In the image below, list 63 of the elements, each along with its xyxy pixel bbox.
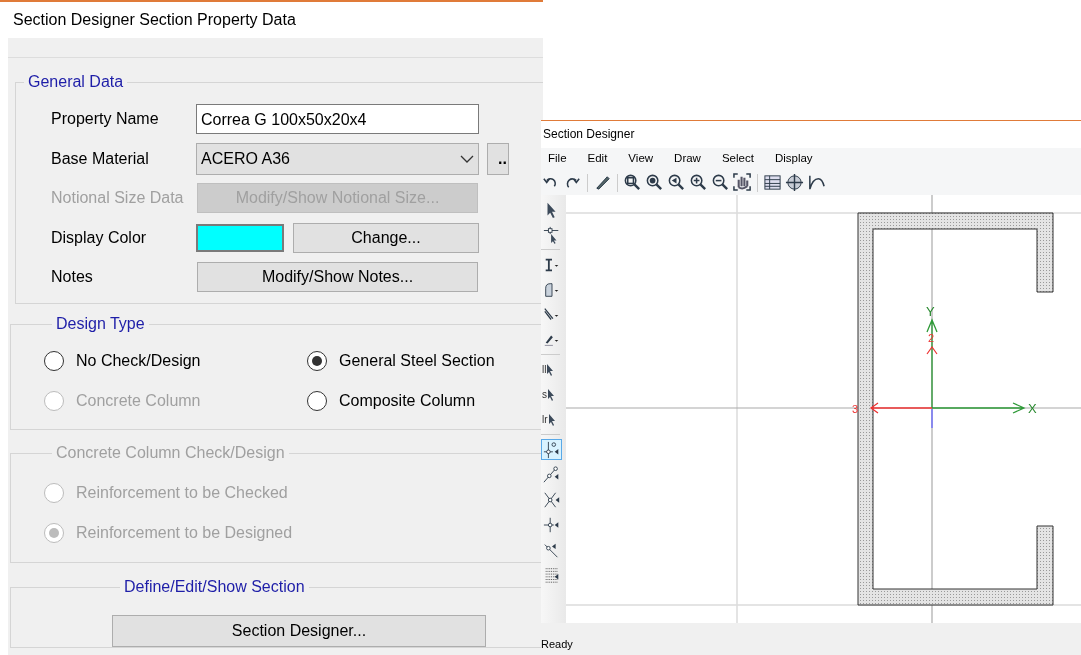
pointer-icon: [546, 363, 555, 376]
c-channel-section[interactable]: [857, 212, 1054, 606]
group-label: Concrete Column Check/Design: [55, 443, 286, 463]
radio-label: Composite Column: [339, 391, 476, 411]
zoom-icon[interactable]: [645, 173, 664, 192]
z-axis-line: [931, 408, 933, 429]
caret-icon: [460, 153, 474, 164]
select-tool[interactable]: lr: [541, 409, 562, 430]
radio-label: Reinforcement to be Designed: [76, 523, 293, 543]
pointer-icon: [547, 388, 555, 401]
zoom-window-icon[interactable]: [623, 173, 642, 192]
status-bar: Ready: [541, 623, 1081, 655]
menu-item[interactable]: View: [621, 150, 661, 168]
zoom-out-icon[interactable]: [711, 173, 730, 192]
axis-label: Y: [926, 304, 935, 319]
field-label: Notes: [50, 267, 94, 287]
color-swatch[interactable]: [196, 223, 284, 252]
menu-item[interactable]: Draw: [667, 150, 708, 168]
section-designer-button[interactable]: Section Designer...: [112, 615, 486, 647]
zoom-in-icon[interactable]: [689, 173, 708, 192]
crosshair-globe-icon[interactable]: [785, 173, 804, 192]
zoom-back-icon[interactable]: [667, 173, 686, 192]
curve-icon[interactable]: [807, 173, 826, 192]
field-label: Display Color: [50, 227, 148, 248]
pan-hand-icon[interactable]: [733, 173, 752, 192]
radio-button[interactable]: [307, 351, 327, 371]
window-title: Section Designer: [542, 126, 636, 143]
radio-label: General Steel Section: [339, 351, 495, 371]
radio-button[interactable]: [44, 351, 64, 371]
group-label: General Data: [27, 72, 125, 92]
pencil-icon[interactable]: [593, 173, 612, 192]
table-icon[interactable]: [763, 173, 782, 192]
field-label: Notional Size Data: [50, 188, 185, 208]
snap-midpoint-icon[interactable]: [542, 515, 561, 534]
field-label: Base Material: [50, 148, 150, 169]
window-title: Section Designer Section Property Data: [12, 10, 297, 30]
group-label: Design Type: [55, 314, 146, 334]
menu-item[interactable]: Select: [714, 150, 761, 168]
menu-item[interactable]: Edit: [580, 150, 615, 168]
snap-point-icon[interactable]: [542, 440, 561, 459]
group-label: Define/Edit/Show Section: [123, 577, 306, 597]
field-label: Property Name: [50, 109, 160, 129]
axis-label: X: [1028, 401, 1037, 416]
pointer-icon: [547, 413, 556, 426]
radio-label: No Check/Design: [76, 351, 201, 371]
snap-intersection-icon[interactable]: [542, 490, 561, 509]
shape-caret-icon[interactable]: [542, 280, 561, 299]
axis-label: 3: [852, 403, 859, 415]
action-button[interactable]: Modify/Show Notes...: [197, 262, 478, 292]
change-button[interactable]: Change...: [293, 222, 479, 253]
radio-button[interactable]: [307, 391, 327, 411]
text-field[interactable]: Correa G 100x50x20x4: [196, 104, 479, 134]
select-tool[interactable]: s: [541, 384, 562, 405]
select-tool[interactable]: ll: [541, 359, 562, 380]
more-button[interactable]: ..: [487, 142, 509, 175]
radio-label: Reinforcement to be Checked: [76, 483, 288, 503]
material-dropdown[interactable]: ACERO A36: [196, 142, 479, 175]
menu-item[interactable]: Display: [767, 150, 820, 168]
menu-item[interactable]: File: [541, 150, 574, 168]
radio-label: Concrete Column: [76, 391, 201, 411]
reshape-pointer-icon[interactable]: [542, 225, 561, 244]
snap-line-icon[interactable]: [542, 465, 561, 484]
local-3-arrow: [869, 402, 933, 414]
